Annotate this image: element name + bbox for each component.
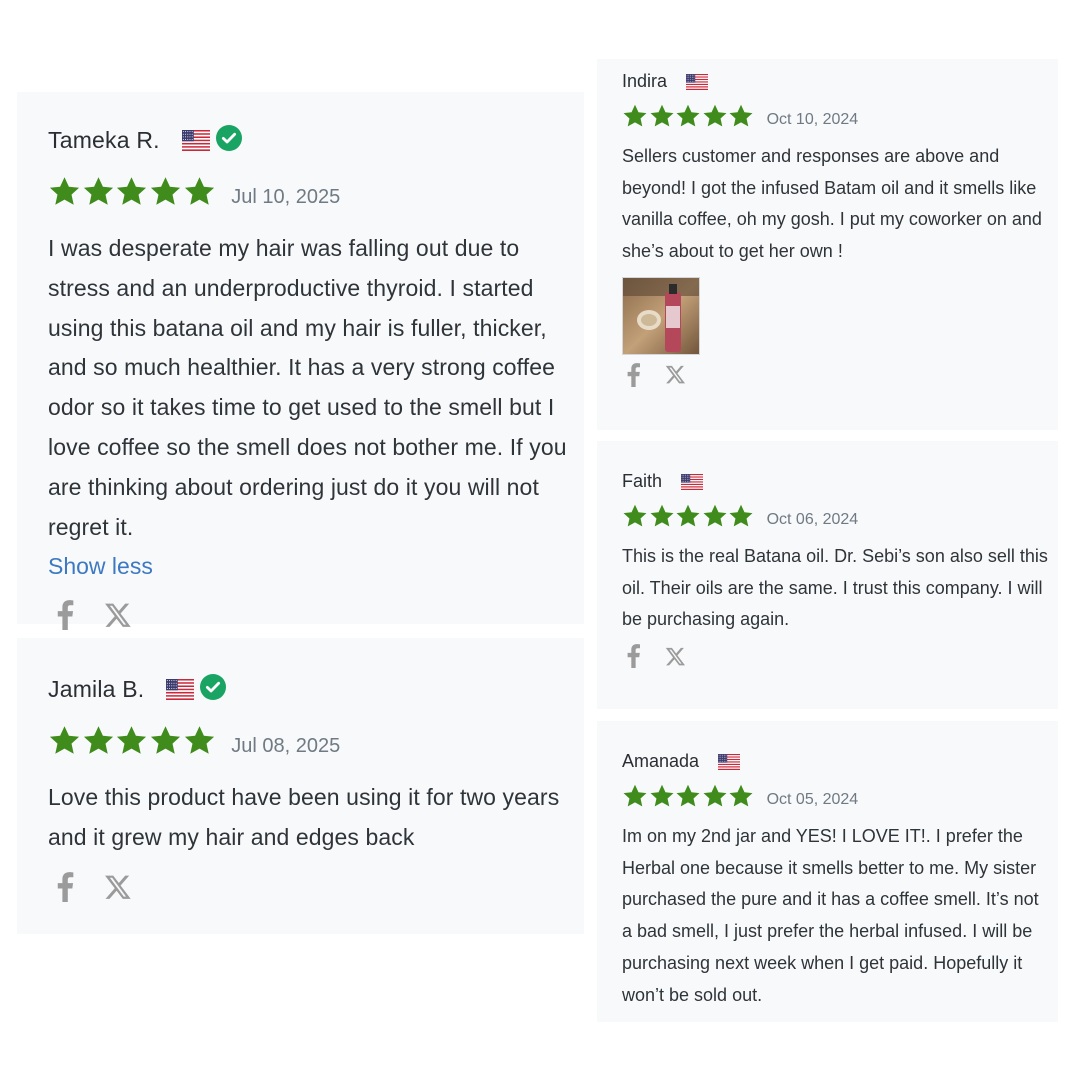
star-rating — [622, 783, 755, 809]
review-date: Oct 06, 2024 — [766, 511, 859, 528]
review-card: Tameka R. Jul 10, 2025 I was desperate m… — [17, 92, 584, 631]
star-filled-icon — [622, 783, 648, 809]
review-text: This is the real Batana oil. Dr. Sebi’s … — [622, 546, 1048, 630]
review-card: Jamila B. Jul 08, 2025 Love this product… — [17, 638, 584, 934]
star-filled-icon — [622, 503, 648, 529]
facebook-icon[interactable] — [57, 871, 74, 902]
star-rating — [48, 724, 216, 757]
review-date: Jul 08, 2025 — [231, 735, 341, 757]
review-text: Im on my 2nd jar and YES! I LOVE IT!. I … — [622, 826, 1039, 1005]
star-filled-icon — [48, 724, 81, 757]
show-less-link[interactable]: Show less — [48, 547, 584, 586]
reviewer-name: Faith — [622, 471, 663, 491]
star-filled-icon — [149, 724, 182, 757]
share-row — [627, 644, 1058, 669]
reviewer-name: Jamila B. — [48, 676, 145, 702]
us-flag-icon — [718, 753, 741, 770]
star-filled-icon — [675, 103, 701, 129]
us-flag-icon — [166, 679, 195, 700]
review-card: Amanada Oct 05, 2024 Im on my 2nd jar an… — [597, 721, 1058, 1022]
review-photo-thumbnail[interactable] — [622, 276, 700, 355]
review-text: Love this product have been using it for… — [48, 784, 560, 850]
star-filled-icon — [728, 503, 754, 529]
star-filled-icon — [728, 103, 754, 129]
star-filled-icon — [649, 103, 675, 129]
review-date: Oct 10, 2024 — [766, 111, 859, 128]
review-card: Faith Oct 06, 2024 This is the real Bata… — [597, 441, 1058, 709]
share-row — [57, 600, 584, 631]
us-flag-icon — [686, 73, 709, 90]
verified-check-icon — [215, 125, 242, 156]
review-date: Oct 05, 2024 — [766, 791, 859, 808]
reviewer-name: Tameka R. — [48, 127, 160, 153]
star-filled-icon — [649, 783, 675, 809]
review-text: I was desperate my hair was falling out … — [48, 235, 567, 540]
verified-check-icon — [200, 674, 227, 705]
share-row — [57, 871, 584, 902]
facebook-icon[interactable] — [627, 362, 641, 387]
star-filled-icon — [675, 783, 701, 809]
star-filled-icon — [183, 175, 216, 208]
x-twitter-icon[interactable] — [665, 364, 686, 385]
star-filled-icon — [149, 175, 182, 208]
star-rating — [622, 503, 755, 529]
us-flag-icon — [681, 473, 704, 490]
star-filled-icon — [702, 503, 728, 529]
star-rating — [48, 175, 216, 208]
reviewer-name: Amanada — [622, 751, 700, 771]
star-filled-icon — [702, 103, 728, 129]
star-filled-icon — [702, 783, 728, 809]
review-date: Jul 10, 2025 — [231, 186, 341, 208]
share-row — [627, 362, 1058, 387]
review-text: Sellers customer and responses are above… — [622, 146, 1042, 262]
star-filled-icon — [728, 783, 754, 809]
star-filled-icon — [48, 175, 81, 208]
star-filled-icon — [115, 724, 148, 757]
star-filled-icon — [115, 175, 148, 208]
star-filled-icon — [675, 503, 701, 529]
star-filled-icon — [82, 724, 115, 757]
x-twitter-icon[interactable] — [104, 601, 132, 629]
review-card: Indira Oct 10, 2024 Sellers customer and… — [597, 59, 1058, 430]
star-filled-icon — [622, 103, 648, 129]
star-filled-icon — [183, 724, 216, 757]
star-filled-icon — [649, 503, 675, 529]
reviewer-name: Indira — [622, 71, 668, 91]
facebook-icon[interactable] — [627, 644, 641, 669]
star-filled-icon — [82, 175, 115, 208]
x-twitter-icon[interactable] — [104, 873, 132, 901]
facebook-icon[interactable] — [57, 600, 74, 631]
star-rating — [622, 103, 755, 129]
us-flag-icon — [181, 130, 210, 151]
x-twitter-icon[interactable] — [665, 646, 686, 667]
